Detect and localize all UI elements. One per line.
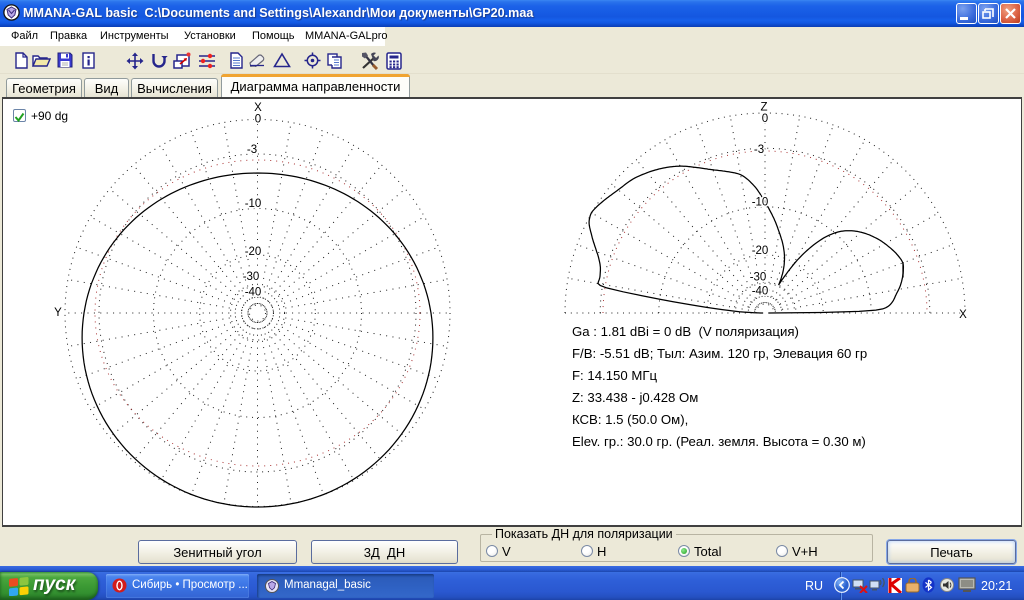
svg-text:-40: -40 [245, 287, 262, 299]
svg-text:-20: -20 [752, 245, 769, 257]
svg-text:-30: -30 [243, 271, 260, 283]
svg-text:-3: -3 [754, 144, 764, 156]
svg-text:X: X [254, 102, 262, 114]
svg-text:Y: Y [54, 307, 62, 319]
svg-text:-30: -30 [750, 272, 767, 284]
svg-text:-3: -3 [247, 144, 257, 156]
svg-text:-10: -10 [245, 198, 262, 210]
svg-text:-10: -10 [752, 197, 769, 209]
svg-text:0: 0 [255, 114, 261, 126]
svg-text:-20: -20 [245, 246, 262, 258]
svg-text:X: X [959, 309, 967, 321]
svg-text:Z: Z [760, 102, 767, 114]
svg-text:-40: -40 [752, 286, 769, 298]
svg-text:0: 0 [762, 113, 768, 125]
